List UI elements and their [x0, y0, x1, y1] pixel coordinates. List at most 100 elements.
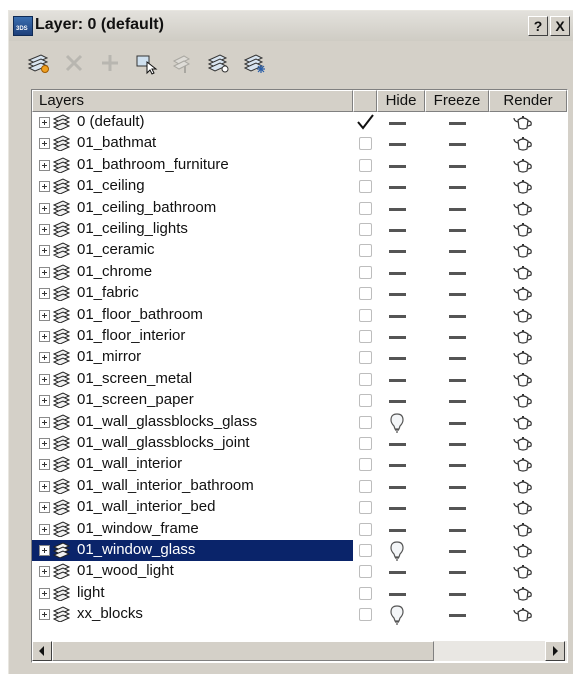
expand-plus-icon[interactable]	[39, 138, 50, 150]
freeze-toggle-dash-icon[interactable]	[449, 528, 466, 532]
set-active-checkbox[interactable]	[359, 265, 372, 279]
column-header-hide[interactable]: Hide	[377, 90, 425, 112]
hide-toggle-dash-icon[interactable]	[389, 186, 406, 190]
expand-plus-icon[interactable]	[39, 545, 50, 556]
hide-toggle-dash-icon[interactable]	[389, 164, 406, 168]
freeze-toggle-dash-icon[interactable]	[449, 507, 466, 511]
layer-name-cell[interactable]: 01_window_glass	[32, 540, 353, 561]
hide-unhide-all-button[interactable]	[205, 51, 231, 75]
layer-row[interactable]: 01_ceramic	[32, 240, 567, 261]
expand-plus-icon[interactable]	[39, 117, 50, 128]
render-teapot-icon[interactable]	[512, 436, 534, 452]
render-teapot-icon[interactable]	[512, 607, 534, 623]
render-teapot-icon[interactable]	[512, 243, 534, 259]
layer-row[interactable]: 01_mirror	[32, 347, 567, 368]
render-teapot-icon[interactable]	[512, 543, 534, 559]
hide-toggle-dash-icon[interactable]	[389, 507, 406, 511]
layer-name-cell[interactable]: 01_chrome	[32, 262, 353, 283]
layer-name-cell[interactable]: 01_wood_light	[32, 561, 353, 582]
render-teapot-icon[interactable]	[512, 179, 534, 195]
hide-toggle-dash-icon[interactable]	[389, 571, 406, 575]
layer-name-cell[interactable]: 01_bathroom_furniture	[32, 155, 353, 176]
scroll-left-button[interactable]	[32, 641, 52, 661]
freeze-toggle-dash-icon[interactable]	[449, 357, 466, 361]
set-active-checkbox[interactable]	[359, 394, 372, 408]
delete-layer-button[interactable]	[61, 51, 87, 75]
render-teapot-icon[interactable]	[512, 350, 534, 366]
expand-plus-icon[interactable]	[39, 159, 50, 171]
add-to-layer-button[interactable]	[97, 51, 123, 75]
set-active-checkbox[interactable]	[359, 437, 372, 450]
layer-row[interactable]: 01_window_glass	[32, 540, 567, 561]
expand-plus-icon[interactable]	[39, 352, 50, 364]
hide-toggle-dash-icon[interactable]	[389, 336, 406, 339]
set-active-checkbox[interactable]	[359, 351, 372, 365]
expand-plus-icon[interactable]	[39, 373, 50, 385]
expand-plus-icon[interactable]	[39, 224, 50, 235]
layer-name-cell[interactable]: 01_window_frame	[32, 519, 353, 540]
render-teapot-icon[interactable]	[512, 136, 534, 152]
active-layer-checkmark-icon[interactable]	[355, 113, 375, 131]
layer-row[interactable]: 01_wall_interior_bed	[32, 497, 567, 518]
set-active-checkbox[interactable]	[359, 137, 372, 151]
expand-plus-icon[interactable]	[39, 266, 50, 278]
render-teapot-icon[interactable]	[512, 564, 534, 580]
set-active-checkbox[interactable]	[359, 608, 372, 622]
layer-row[interactable]: 01_window_frame	[32, 519, 567, 540]
layer-row[interactable]: 01_bathroom_furniture	[32, 155, 567, 176]
freeze-toggle-dash-icon[interactable]	[449, 271, 466, 275]
horizontal-scrollbar[interactable]	[32, 641, 567, 661]
render-teapot-icon[interactable]	[512, 265, 534, 281]
freeze-toggle-dash-icon[interactable]	[449, 571, 466, 575]
render-teapot-icon[interactable]	[512, 158, 534, 174]
hide-toggle-dash-icon[interactable]	[389, 485, 406, 489]
layer-row[interactable]: 01_chrome	[32, 262, 567, 283]
layer-row[interactable]: 01_floor_bathroom	[32, 305, 567, 326]
render-teapot-icon[interactable]	[512, 329, 534, 345]
freeze-toggle-dash-icon[interactable]	[449, 207, 466, 211]
freeze-toggle-dash-icon[interactable]	[449, 485, 466, 489]
hide-toggle-dash-icon[interactable]	[389, 207, 406, 211]
freeze-toggle-dash-icon[interactable]	[449, 400, 466, 404]
freeze-toggle-dash-icon[interactable]	[449, 186, 466, 190]
scrollbar-thumb[interactable]	[52, 641, 434, 661]
set-active-checkbox[interactable]	[359, 501, 372, 515]
column-header-freeze[interactable]: Freeze	[425, 90, 489, 112]
create-new-layer-button[interactable]	[25, 51, 51, 75]
layer-name-cell[interactable]: 01_ceiling	[32, 176, 353, 197]
layer-row[interactable]: 01_ceiling_bathroom	[32, 198, 567, 219]
layer-row[interactable]: 01_wall_glassblocks_joint	[32, 433, 567, 454]
layer-row[interactable]: 01_wood_light	[32, 561, 567, 582]
freeze-toggle-dash-icon[interactable]	[449, 314, 466, 318]
layer-name-cell[interactable]: 01_fabric	[32, 283, 353, 304]
layer-row[interactable]: light	[32, 583, 567, 604]
expand-plus-icon[interactable]	[39, 309, 50, 321]
hide-toggle-dash-icon[interactable]	[389, 400, 406, 404]
layer-name-cell[interactable]: 01_screen_metal	[32, 369, 353, 390]
set-active-checkbox[interactable]	[359, 458, 372, 472]
hide-toggle-dash-icon[interactable]	[389, 293, 406, 297]
set-active-checkbox[interactable]	[359, 586, 372, 600]
layer-name-cell[interactable]: 01_ceiling_lights	[32, 219, 353, 240]
hide-toggle-dash-icon[interactable]	[389, 592, 406, 596]
render-teapot-icon[interactable]	[512, 201, 534, 217]
layer-row[interactable]: 01_wall_interior_bathroom	[32, 476, 567, 497]
freeze-toggle-dash-icon[interactable]	[449, 250, 466, 254]
column-header-layers[interactable]: Layers	[32, 90, 353, 112]
column-header-render[interactable]: Render	[489, 90, 567, 112]
render-teapot-icon[interactable]	[512, 115, 534, 131]
layer-name-cell[interactable]: 01_floor_interior	[32, 326, 353, 347]
render-teapot-icon[interactable]	[512, 457, 534, 473]
layer-name-cell[interactable]: 01_screen_paper	[32, 390, 353, 411]
hidden-lightbulb-icon[interactable]	[389, 412, 405, 433]
expand-plus-icon[interactable]	[39, 438, 50, 449]
layer-row[interactable]: 01_ceiling_lights	[32, 219, 567, 240]
freeze-toggle-dash-icon[interactable]	[449, 421, 466, 425]
layer-name-cell[interactable]: 01_wall_glassblocks_joint	[32, 433, 353, 454]
freeze-toggle-dash-icon[interactable]	[449, 336, 466, 339]
layer-row[interactable]: xx_blocks	[32, 604, 567, 625]
layer-row[interactable]: 01_screen_metal	[32, 369, 567, 390]
layer-name-cell[interactable]: 01_ceiling_bathroom	[32, 198, 353, 219]
freeze-toggle-dash-icon[interactable]	[449, 464, 466, 468]
expand-plus-icon[interactable]	[39, 587, 50, 599]
